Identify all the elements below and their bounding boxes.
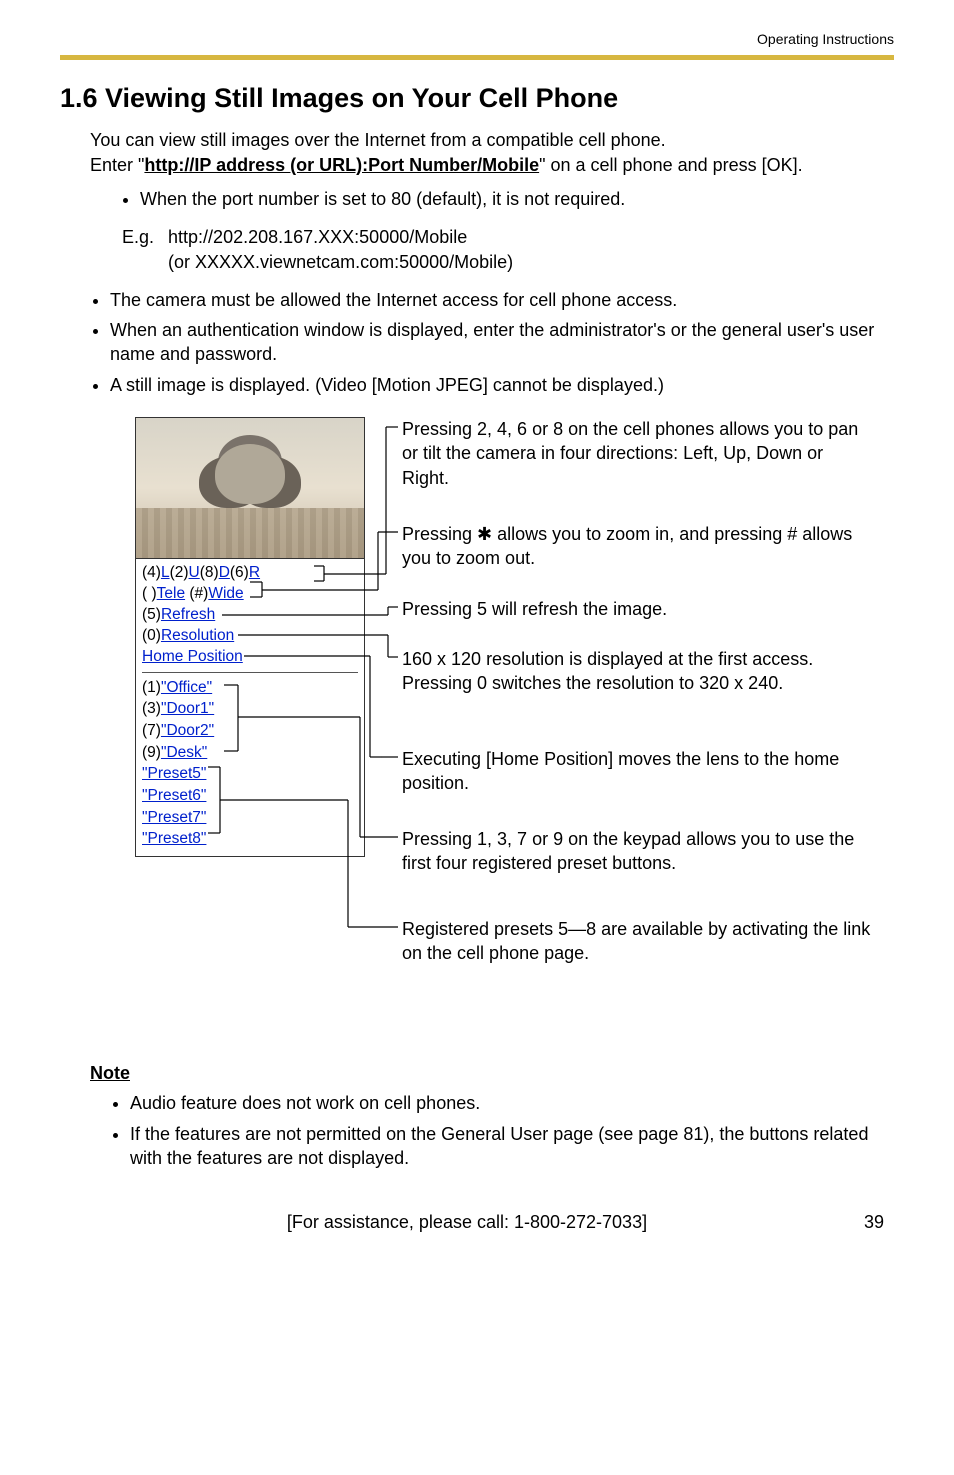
footer-assist: [For assistance, please call: 1-800-272-… (287, 1210, 647, 1234)
preset-1-link[interactable]: "Office" (161, 679, 212, 696)
note-heading: Note (90, 1061, 894, 1085)
expl-resolution: 160 x 120 resolution is displayed at the… (402, 647, 872, 696)
nav-up-link[interactable]: U (189, 564, 200, 581)
nav-down-link[interactable]: D (219, 564, 230, 581)
expl-preset-1-4: Pressing 1, 3, 7 or 9 on the keypad allo… (402, 827, 872, 876)
preset-7b-link[interactable]: "Preset7" (142, 809, 206, 826)
preset-5-link[interactable]: "Preset5" (142, 765, 206, 782)
eg-label: E.g. (122, 225, 154, 274)
note-audio: Audio feature does not work on cell phon… (130, 1091, 894, 1115)
intro-line-1: You can view still images over the Inter… (90, 128, 894, 152)
bullet-internet-access: The camera must be allowed the Internet … (110, 288, 894, 312)
expl-pan-tilt: Pressing 2, 4, 6 or 8 on the cell phones… (402, 417, 872, 490)
refresh-link[interactable]: Refresh (161, 606, 215, 623)
expl-preset-5-8: Registered presets 5—8 are available by … (402, 917, 872, 966)
zoom-wide-link[interactable]: Wide (208, 585, 243, 602)
note-general-user: If the features are not permitted on the… (130, 1122, 894, 1171)
resolution-link[interactable]: Resolution (161, 627, 234, 644)
expl-zoom: Pressing ✱ allows you to zoom in, and pr… (402, 522, 872, 571)
zoom-tele-link[interactable]: Tele (157, 585, 185, 602)
phone-mock: (4)L(2)U(8)D(6)R ( )Tele (#)Wide (5)Refr… (135, 417, 365, 857)
intro-line-2: Enter "http://IP address (or URL):Port N… (90, 153, 894, 177)
nav-left-link[interactable]: L (161, 564, 170, 581)
cellphone-diagram: (4)L(2)U(8)D(6)R ( )Tele (#)Wide (5)Refr… (90, 417, 894, 1037)
nav-row: (4)L(2)U(8)D(6)R (142, 563, 358, 584)
footer-page-number: 39 (864, 1210, 884, 1234)
preset-7-link[interactable]: "Door2" (161, 722, 214, 739)
bullet-still-image: A still image is displayed. (Video [Moti… (110, 373, 894, 397)
bullet-auth: When an authentication window is display… (110, 318, 894, 367)
header-doc-type: Operating Instructions (60, 30, 894, 49)
eg-url-2: (or XXXXX.viewnetcam.com:50000/Mobile) (168, 250, 513, 274)
resolution-row: (0)Resolution (142, 626, 358, 647)
title-rule (60, 55, 894, 60)
eg-url-1: http://202.208.167.XXX:50000/Mobile (168, 225, 513, 249)
preset-9-link[interactable]: "Desk" (161, 744, 207, 761)
port-bullet: When the port number is set to 80 (defau… (140, 187, 894, 211)
zoom-row: ( )Tele (#)Wide (142, 584, 358, 605)
preset-6-link[interactable]: "Preset6" (142, 787, 206, 804)
phone-divider (142, 672, 358, 673)
refresh-row: (5)Refresh (142, 605, 358, 626)
section-heading: 1.6 Viewing Still Images on Your Cell Ph… (60, 80, 894, 116)
expl-refresh: Pressing 5 will refresh the image. (402, 597, 872, 621)
camera-thumbnail (136, 418, 364, 558)
preset-3-link[interactable]: "Door1" (161, 700, 214, 717)
expl-home: Executing [Home Position] moves the lens… (402, 747, 872, 796)
home-position-link[interactable]: Home Position (142, 648, 243, 665)
preset-8-link[interactable]: "Preset8" (142, 830, 206, 847)
example-url: http://IP address (or URL):Port Number/M… (144, 155, 539, 175)
nav-right-link[interactable]: R (249, 564, 260, 581)
